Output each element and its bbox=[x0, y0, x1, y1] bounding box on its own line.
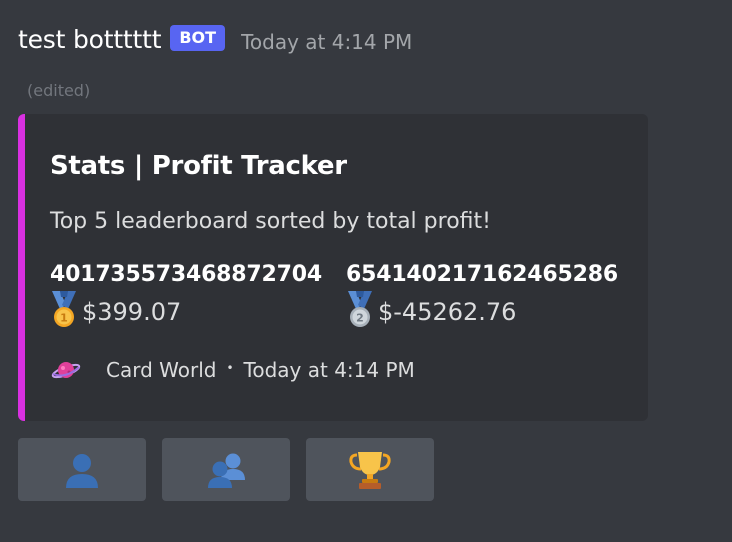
users-icon bbox=[208, 453, 245, 488]
user-stats-button[interactable] bbox=[18, 438, 146, 501]
bot-badge: BOT bbox=[170, 24, 226, 51]
field-value-row: 1 $399.07 bbox=[50, 291, 322, 331]
medal-number: 2 bbox=[356, 312, 364, 325]
trophy-icon bbox=[349, 451, 391, 489]
user-icon bbox=[66, 453, 98, 488]
embed-accent-bar bbox=[18, 114, 25, 421]
second-place-medal-icon: 2 bbox=[348, 291, 372, 327]
embed-title: Stats | Profit Tracker bbox=[50, 151, 347, 181]
medal-number: 1 bbox=[60, 312, 68, 325]
leaderboard-button[interactable] bbox=[306, 438, 434, 501]
users-stats-button[interactable] bbox=[162, 438, 290, 501]
footer-text: Card World bbox=[106, 358, 217, 382]
field-name: 401735573468872704 bbox=[50, 262, 322, 287]
edited-label: (edited) bbox=[27, 81, 91, 100]
chat-message: test botttttt BOT Today at 4:14 PM (edit… bbox=[0, 0, 732, 542]
embed-footer: Card World • Today at 4:14 PM bbox=[50, 354, 415, 386]
action-row bbox=[18, 438, 434, 501]
field-value-row: 2 $-45262.76 bbox=[346, 291, 618, 331]
embed-field-2: 654140217162465286 2 $-45262.76 bbox=[346, 262, 618, 331]
footer-timestamp: Today at 4:14 PM bbox=[243, 358, 415, 382]
embed-description: Top 5 leaderboard sorted by total profit… bbox=[50, 209, 491, 234]
embed-field-1: 401735573468872704 1 $399.07 bbox=[50, 262, 322, 331]
field-name: 654140217162465286 bbox=[346, 262, 618, 287]
field-value: $399.07 bbox=[82, 298, 182, 326]
first-place-medal-icon: 1 bbox=[52, 291, 76, 327]
message-header: test botttttt BOT Today at 4:14 PM bbox=[18, 24, 412, 54]
card-world-planet-icon bbox=[51, 362, 81, 379]
message-timestamp[interactable]: Today at 4:14 PM bbox=[241, 30, 412, 54]
username[interactable]: test botttttt bbox=[18, 25, 162, 54]
embed: Stats | Profit Tracker Top 5 leaderboard… bbox=[18, 114, 648, 421]
footer-separator: • bbox=[226, 361, 234, 375]
field-value: $-45262.76 bbox=[378, 298, 517, 326]
